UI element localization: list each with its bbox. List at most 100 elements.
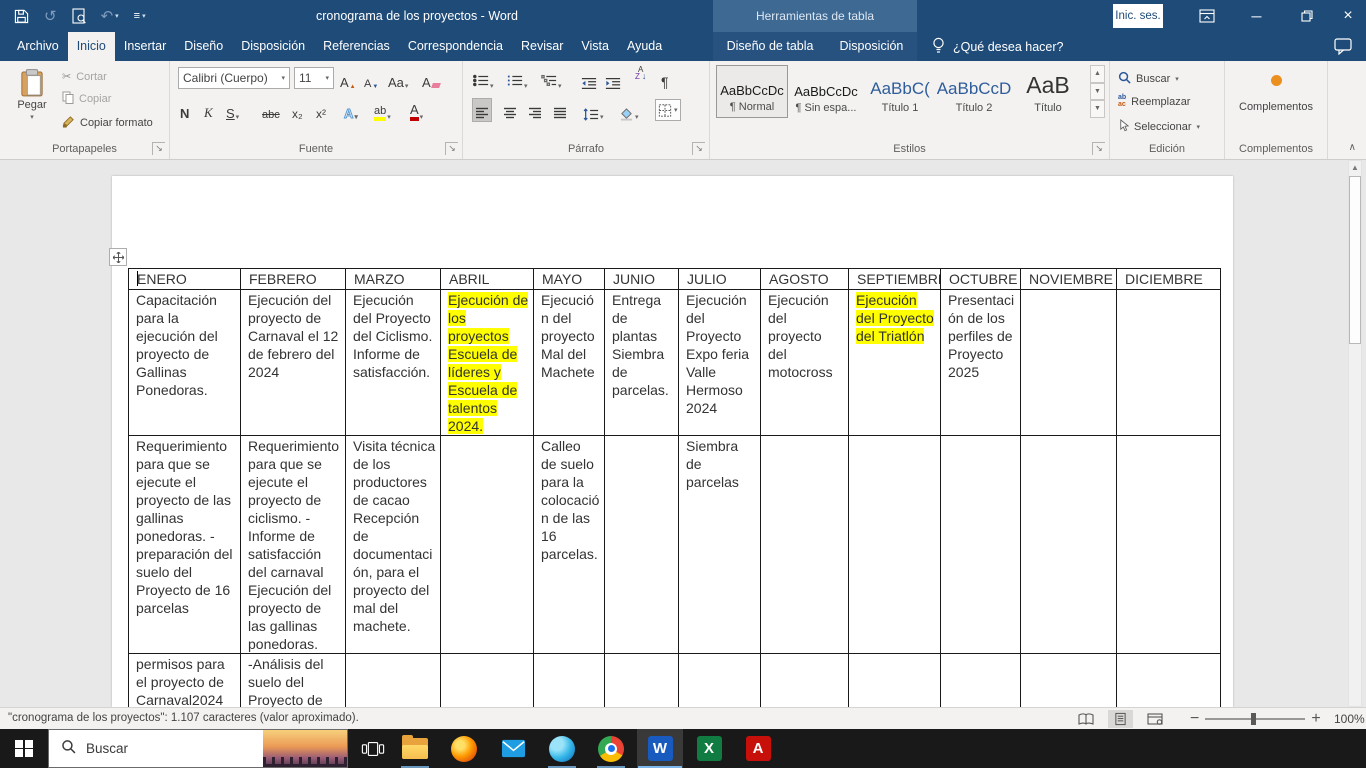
file-explorer-icon[interactable] xyxy=(392,729,438,768)
taskbar-search-input[interactable]: Buscar xyxy=(48,729,348,768)
table-cell[interactable]: Presentación de los perfiles de Proyecto… xyxy=(941,290,1021,436)
find-button[interactable]: Buscar▾ xyxy=(1118,71,1179,87)
vertical-scrollbar[interactable]: ▲ xyxy=(1348,160,1362,707)
tab-diseno[interactable]: Diseño xyxy=(175,32,232,61)
styles-dialog-launcher[interactable]: ↘ xyxy=(1092,142,1105,155)
table-cell[interactable]: Entrega de plantas Siembra de parcelas. xyxy=(605,290,679,436)
ribbon-display-options-button[interactable] xyxy=(1184,0,1229,32)
month-header-cell[interactable]: NOVIEMBRE xyxy=(1021,269,1117,290)
tab-vista[interactable]: Vista xyxy=(572,32,618,61)
copy-button[interactable]: Copiar xyxy=(62,91,153,107)
font-family-combo[interactable]: Calibri (Cuerpo)▾ xyxy=(178,67,290,89)
tab-inicio[interactable]: Inicio xyxy=(68,32,115,61)
underline-button[interactable]: S▾ xyxy=(226,99,239,121)
table-cell[interactable]: Ejecución del proyecto de Carnaval el 12… xyxy=(241,290,346,436)
shading-button[interactable]: ▾ xyxy=(619,99,639,121)
font-color-button[interactable]: A▾ xyxy=(410,99,423,121)
tab-correspondencia[interactable]: Correspondencia xyxy=(399,32,512,61)
increase-indent-button[interactable] xyxy=(605,68,621,90)
month-header-cell[interactable]: DICIEMBRE xyxy=(1117,269,1221,290)
font-dialog-launcher[interactable]: ↘ xyxy=(445,142,458,155)
align-left-button[interactable] xyxy=(473,99,491,121)
style-sin-espaciado[interactable]: AaBbCcDc¶ Sin espa... xyxy=(790,65,862,118)
table-cell[interactable]: Ejecución del Proyecto del Ciclismo. Inf… xyxy=(346,290,441,436)
repeat-icon[interactable]: ↺ xyxy=(44,9,57,24)
cut-button[interactable]: ✂ Cortar xyxy=(62,70,153,83)
character-count-status[interactable]: "cronograma de los proyectos": 1.107 car… xyxy=(8,712,359,724)
save-icon[interactable] xyxy=(14,9,29,24)
table-cell[interactable] xyxy=(1117,436,1221,654)
numbered-list-button[interactable]: ▾ xyxy=(507,68,528,90)
undo-icon[interactable]: ↶▾ xyxy=(101,9,119,24)
print-preview-icon[interactable] xyxy=(72,8,86,24)
acrobat-icon[interactable]: A xyxy=(735,729,781,768)
replace-button[interactable]: abac Reemplazar xyxy=(1118,95,1190,108)
table-cell[interactable]: Ejecución del proyecto del motocross xyxy=(761,290,849,436)
table-cell[interactable] xyxy=(1021,290,1117,436)
table-move-handle[interactable] xyxy=(109,248,127,266)
minimize-button[interactable]: ─ xyxy=(1234,0,1279,32)
table-cell[interactable] xyxy=(849,436,941,654)
scrollbar-thumb[interactable] xyxy=(1349,176,1361,344)
table-cell[interactable]: Ejecución de los proyectos Escuela de lí… xyxy=(441,290,534,436)
table-cell[interactable] xyxy=(761,436,849,654)
document-page[interactable]: ENEROFEBREROMARZOABRILMAYOJUNIOJULIOAGOS… xyxy=(112,176,1233,707)
table-cell[interactable]: Visita técnica de los productores de cac… xyxy=(346,436,441,654)
read-mode-button[interactable] xyxy=(1072,711,1100,727)
line-spacing-button[interactable]: ▾ xyxy=(583,99,604,121)
justify-button[interactable] xyxy=(551,99,569,121)
sort-button[interactable]: A Z↓ xyxy=(635,66,646,88)
addins-button[interactable]: Complementos xyxy=(1225,101,1327,113)
table-cell[interactable] xyxy=(941,436,1021,654)
change-case-button[interactable]: Aa▾ xyxy=(388,68,408,90)
tab-diseno-de-tabla[interactable]: Diseño de tabla xyxy=(727,32,814,61)
sign-in-button[interactable]: Inic. ses. xyxy=(1113,4,1163,28)
table-cell[interactable] xyxy=(441,436,534,654)
zoom-out-button[interactable]: − xyxy=(1190,710,1199,728)
tab-disposicion[interactable]: Disposición xyxy=(232,32,314,61)
style-normal[interactable]: AaBbCcDc¶ Normal xyxy=(716,65,788,118)
chrome-icon[interactable] xyxy=(588,729,634,768)
comments-icon[interactable] xyxy=(1334,38,1352,60)
table-cell[interactable] xyxy=(605,436,679,654)
tab-disposicion-tabla[interactable]: Disposición xyxy=(839,32,903,61)
borders-button[interactable]: ▾ xyxy=(655,99,681,121)
tab-archivo[interactable]: Archivo xyxy=(8,32,68,61)
align-center-button[interactable] xyxy=(501,99,519,121)
styles-scroll-down-button[interactable]: ▼ xyxy=(1090,83,1105,101)
edge-icon[interactable] xyxy=(539,729,585,768)
table-cell[interactable]: Siembra de parcelas xyxy=(679,436,761,654)
print-layout-button[interactable] xyxy=(1108,710,1133,728)
zoom-slider-thumb[interactable] xyxy=(1251,713,1256,725)
table-cell[interactable] xyxy=(1021,436,1117,654)
firefox-icon[interactable] xyxy=(441,729,487,768)
zoom-slider[interactable] xyxy=(1205,718,1305,720)
tab-referencias[interactable]: Referencias xyxy=(314,32,399,61)
clear-formatting-button[interactable]: A xyxy=(422,68,440,90)
text-effects-button[interactable]: A▾ xyxy=(344,99,358,121)
style-titulo[interactable]: AaBTítulo xyxy=(1012,65,1084,118)
table-cell[interactable]: Capacitación para la ejecución del proye… xyxy=(129,290,241,436)
grow-font-button[interactable]: A▲ xyxy=(340,68,356,90)
multilevel-list-button[interactable]: ▾ xyxy=(541,68,562,90)
restore-button[interactable] xyxy=(1284,0,1329,32)
web-layout-button[interactable] xyxy=(1141,711,1169,727)
bold-button[interactable]: N xyxy=(180,99,189,121)
zoom-in-button[interactable]: + xyxy=(1311,710,1320,728)
month-header-cell[interactable]: MAYO xyxy=(534,269,605,290)
clipboard-dialog-launcher[interactable]: ↘ xyxy=(152,142,165,155)
styles-more-button[interactable]: ▼ xyxy=(1090,100,1105,118)
italic-button[interactable]: K xyxy=(204,99,213,121)
tab-ayuda[interactable]: Ayuda xyxy=(618,32,671,61)
paragraph-dialog-launcher[interactable]: ↘ xyxy=(692,142,705,155)
format-painter-button[interactable]: Copiar formato xyxy=(62,115,153,131)
align-right-button[interactable] xyxy=(526,99,544,121)
month-header-cell[interactable]: JUNIO xyxy=(605,269,679,290)
excel-icon[interactable]: X xyxy=(686,729,732,768)
month-header-cell[interactable]: OCTUBRE xyxy=(941,269,1021,290)
tell-me-box[interactable]: ¿Qué desea hacer? xyxy=(932,32,1064,61)
table-cell[interactable]: Requerimiento para que se ejecute el pro… xyxy=(129,436,241,654)
month-header-cell[interactable]: JULIO xyxy=(679,269,761,290)
month-header-cell[interactable]: ENERO xyxy=(129,269,241,290)
strikethrough-button[interactable]: abc xyxy=(262,99,280,121)
